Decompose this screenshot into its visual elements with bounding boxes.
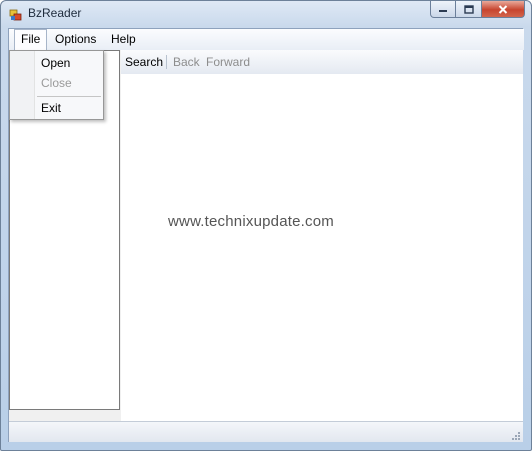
forward-button[interactable]: Forward <box>206 50 250 74</box>
close-button[interactable] <box>482 1 525 18</box>
maximize-icon <box>463 4 474 14</box>
menu-bar: File Options Help <box>9 29 524 50</box>
toolbar-separator <box>166 55 167 69</box>
bzreader-app-icon <box>9 7 23 21</box>
menu-item-close: Close <box>41 76 72 90</box>
file-menu-dropdown: Open Close Exit <box>9 50 104 120</box>
window-title: BzReader <box>28 6 82 20</box>
status-bar <box>9 421 523 442</box>
menu-item-open[interactable]: Open <box>41 56 70 70</box>
watermark-text: www.technixupdate.com <box>168 213 334 230</box>
menu-options[interactable]: Options <box>49 29 102 50</box>
resize-grip-icon[interactable] <box>509 428 521 440</box>
window-controls <box>430 1 525 19</box>
minimize-icon <box>439 10 447 12</box>
menu-item-exit[interactable]: Exit <box>41 101 61 115</box>
menu-file[interactable]: File <box>14 29 48 50</box>
minimize-button[interactable] <box>430 1 456 18</box>
close-icon <box>498 4 508 14</box>
back-button[interactable]: Back <box>173 50 200 74</box>
title-bar[interactable]: BzReader <box>1 1 531 27</box>
menu-icon-gutter <box>10 51 35 119</box>
toolbar: Search Back Forward <box>121 50 523 74</box>
maximize-button[interactable] <box>456 1 482 18</box>
article-view[interactable] <box>121 74 523 421</box>
menu-separator <box>37 96 101 97</box>
search-button[interactable]: Search <box>125 50 163 74</box>
menu-help[interactable]: Help <box>105 29 142 50</box>
